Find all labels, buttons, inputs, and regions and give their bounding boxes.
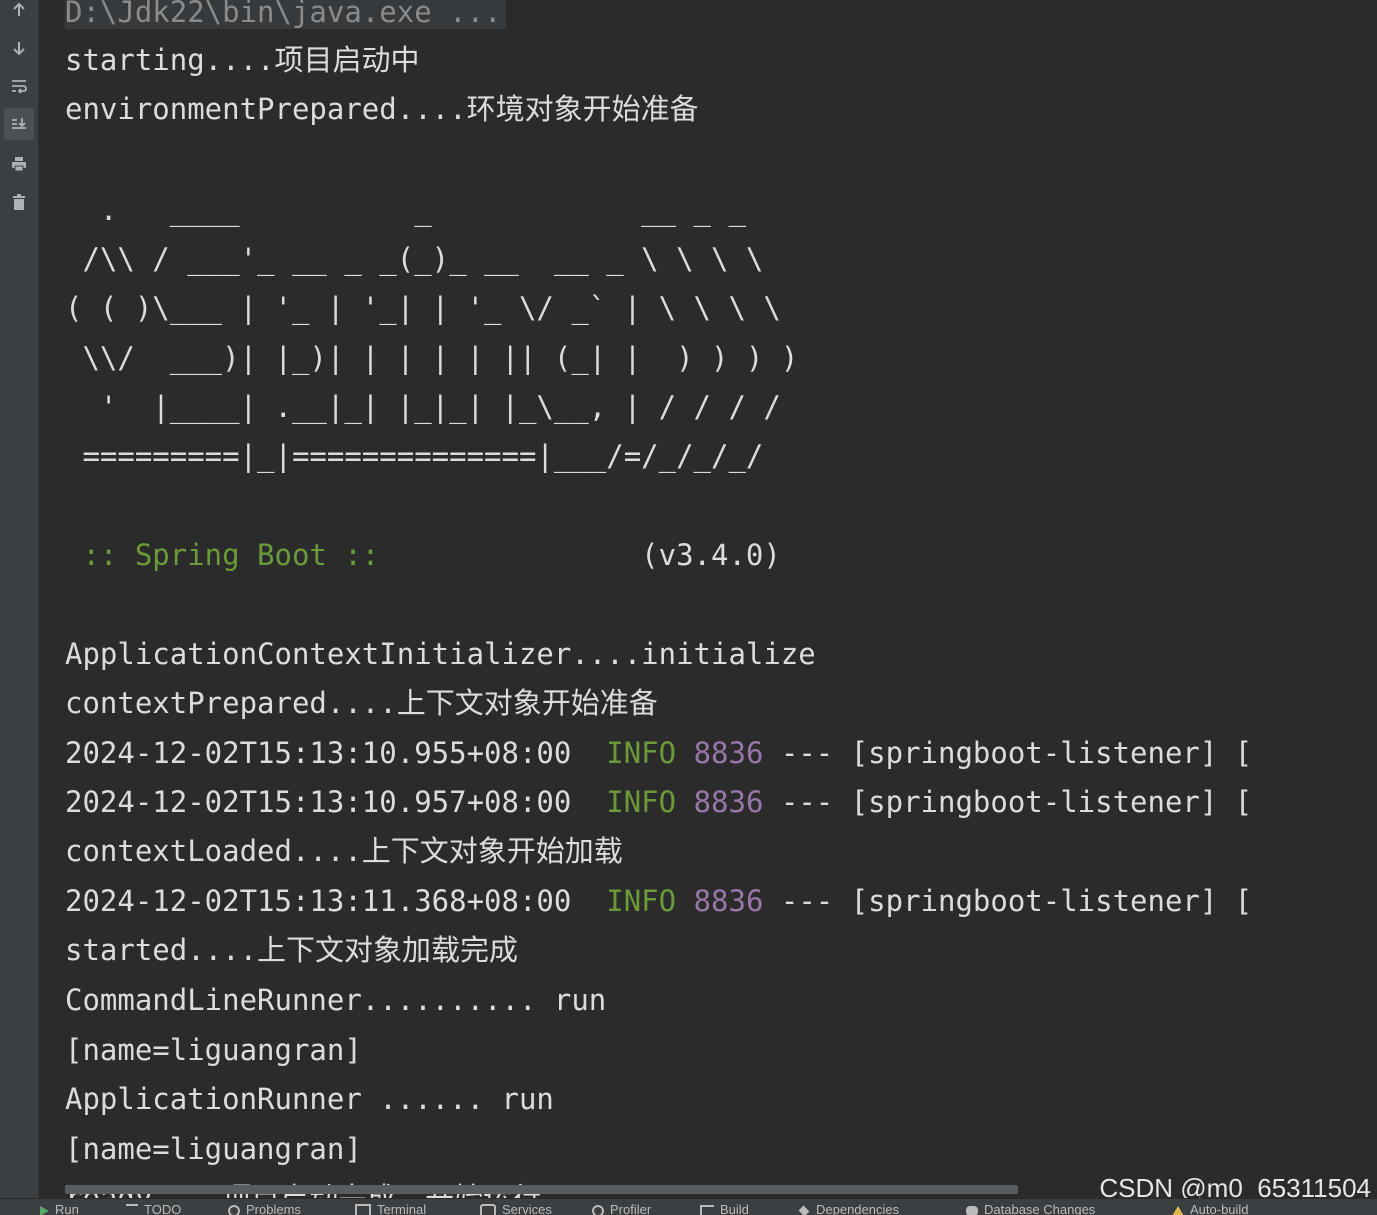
console-line: [name=liguangran] xyxy=(65,1132,362,1166)
tab-label: Build xyxy=(720,1202,749,1215)
tab-build[interactable]: Build xyxy=(700,1203,749,1215)
spring-boot-version: (v3.4.0) xyxy=(396,538,781,572)
banner-line: \\/ ___)| |_)| | | | | || (_| | ) ) ) ) xyxy=(65,341,799,375)
arrow-down-icon[interactable] xyxy=(4,32,34,64)
tab-database-changes[interactable]: Database Changes xyxy=(966,1203,1095,1215)
log-timestamp: 2024-12-02T15:13:10.955+08:00 xyxy=(65,736,572,770)
terminal-icon xyxy=(355,1203,371,1215)
console-line: contextLoaded....上下文对象开始加载 xyxy=(65,834,623,868)
profiler-icon xyxy=(592,1204,604,1215)
console-line: starting....项目启动中 xyxy=(65,43,420,77)
log-line: 2024-12-02T15:13:11.368+08:00 INFO 8836 … xyxy=(65,881,1252,921)
banner-line: =========|_|==============|___/=/_/_/_/ xyxy=(65,439,764,473)
tab-label: Problems xyxy=(246,1202,301,1215)
log-thread: --- [springboot-listener] [ xyxy=(763,884,1253,918)
tab-label: Run xyxy=(55,1202,79,1215)
spring-boot-version-line: :: Spring Boot :: (v3.4.0) xyxy=(65,535,781,575)
console-line: started....上下文对象加载完成 xyxy=(65,933,519,967)
command-line: D:\Jdk22\bin\java.exe ... xyxy=(65,0,506,32)
log-pid: 8836 xyxy=(693,736,764,770)
console-line: environmentPrepared....环境对象开始准备 xyxy=(65,92,699,126)
tab-label: Terminal xyxy=(377,1202,427,1215)
soft-wrap-icon[interactable] xyxy=(4,70,34,102)
log-line: 2024-12-02T15:13:10.955+08:00 INFO 8836 … xyxy=(65,733,1252,773)
tab-run[interactable]: Run xyxy=(40,1203,79,1215)
spring-boot-label: :: Spring Boot :: xyxy=(65,538,397,572)
tab-label: Profiler xyxy=(610,1202,652,1215)
tab-todo[interactable]: TODO xyxy=(126,1203,181,1215)
tab-label: Dependencies xyxy=(816,1202,900,1215)
print-icon[interactable] xyxy=(4,148,34,180)
trash-icon[interactable] xyxy=(4,186,34,218)
horizontal-scrollbar[interactable] xyxy=(65,1185,1018,1194)
console-line: CommandLineRunner.......... run xyxy=(65,983,607,1017)
tab-dependencies[interactable]: Dependencies xyxy=(798,1203,899,1215)
tab-label: Auto-build xyxy=(1190,1202,1249,1215)
banner-line: ( ( )\___ | '_ | '_| | '_ \/ _` | \ \ \ … xyxy=(65,291,781,325)
tab-label: Services xyxy=(502,1202,552,1215)
banner-line: . ____ _ __ _ _ xyxy=(65,193,746,227)
log-pid: 8836 xyxy=(693,785,764,819)
arrow-up-icon[interactable] xyxy=(4,0,34,26)
console-line: ApplicationRunner ...... run xyxy=(65,1082,554,1116)
info-icon xyxy=(228,1204,240,1215)
log-timestamp: 2024-12-02T15:13:10.957+08:00 xyxy=(65,785,572,819)
hammer-icon xyxy=(700,1204,714,1215)
log-pid: 8836 xyxy=(693,884,764,918)
list-icon xyxy=(126,1203,138,1215)
log-level: INFO xyxy=(606,785,677,819)
command-text: D:\Jdk22\bin\java.exe ... xyxy=(65,0,506,29)
log-thread: --- [springboot-listener] [ xyxy=(763,736,1253,770)
console-line: contextPrepared....上下文对象开始准备 xyxy=(65,686,658,720)
console-line: [name=liguangran] xyxy=(65,1033,362,1067)
log-thread: --- [springboot-listener] [ xyxy=(763,785,1253,819)
tab-profiler[interactable]: Profiler xyxy=(592,1203,651,1215)
tab-problems[interactable]: Problems xyxy=(228,1203,301,1215)
console-toolbar xyxy=(0,0,39,1198)
banner-line: /\\ / ___'_ __ _ _(_)_ __ __ _ \ \ \ \ xyxy=(65,242,764,276)
log-line: 2024-12-02T15:13:10.957+08:00 INFO 8836 … xyxy=(65,782,1252,822)
log-level: INFO xyxy=(606,736,677,770)
scroll-to-end-icon[interactable] xyxy=(4,108,34,140)
log-level: INFO xyxy=(606,884,677,918)
tab-terminal[interactable]: Terminal xyxy=(355,1203,426,1215)
tool-window-bar: Run TODO Problems Terminal Services Prof… xyxy=(0,1198,1377,1215)
tab-label: TODO xyxy=(144,1202,182,1215)
log-timestamp: 2024-12-02T15:13:11.368+08:00 xyxy=(65,884,572,918)
console-output[interactable]: D:\Jdk22\bin\java.exe ... starting....项目… xyxy=(39,0,1377,1198)
tab-label: Database Changes xyxy=(984,1202,1096,1215)
banner-line: ' |____| .__|_| |_|_| |_\__, | / / / / xyxy=(65,390,781,424)
services-icon xyxy=(480,1203,496,1215)
console-line: ApplicationContextInitializer....initial… xyxy=(65,637,816,671)
tab-auto-build[interactable]: Auto-build xyxy=(1172,1203,1249,1215)
tab-services[interactable]: Services xyxy=(480,1203,552,1215)
